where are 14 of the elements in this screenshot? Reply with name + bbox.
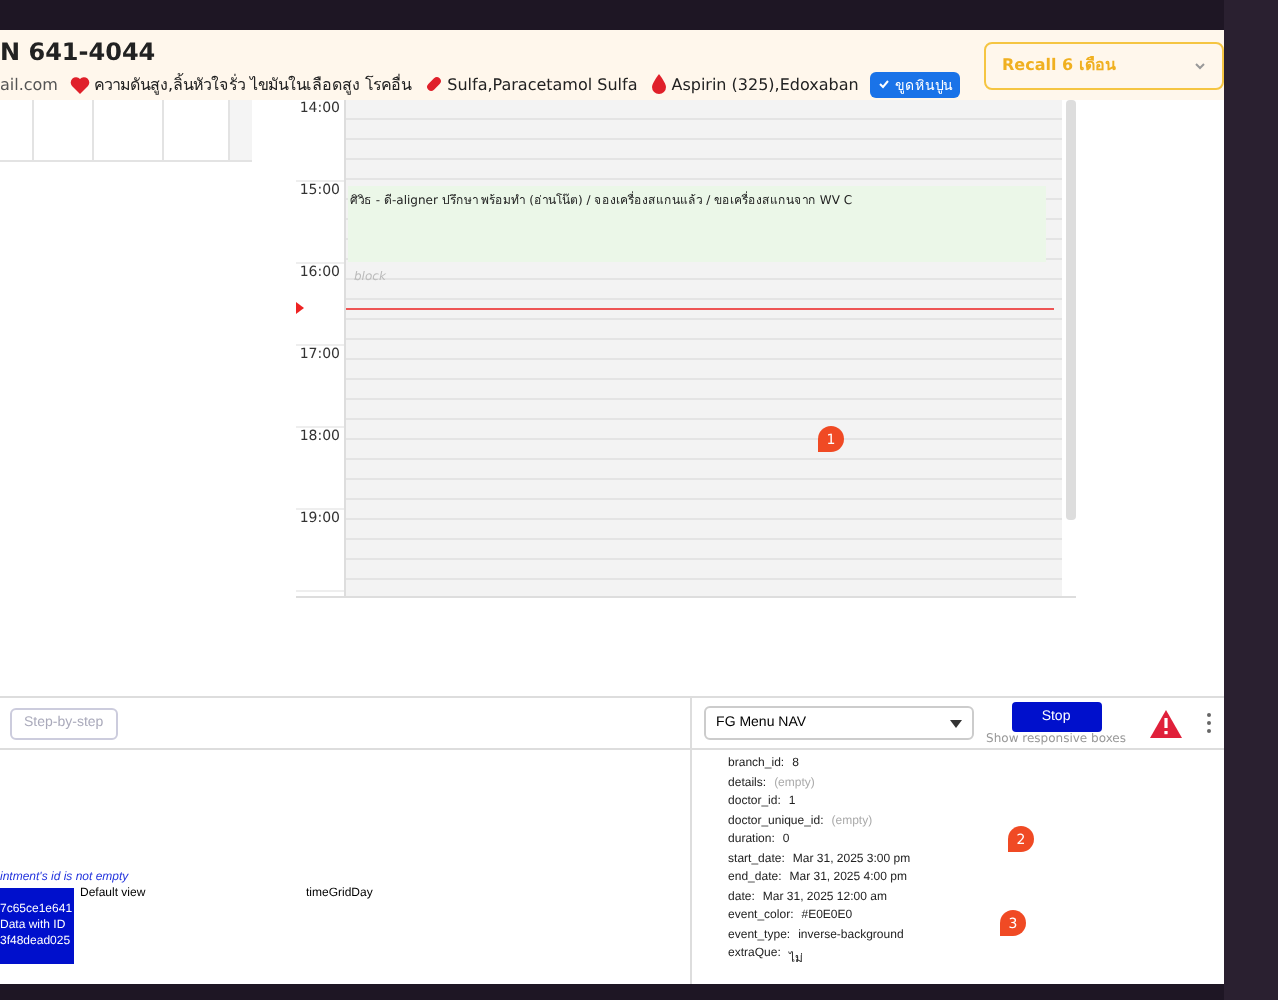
email-text: ail.com [0,75,58,93]
more-icon[interactable] [1206,712,1212,734]
now-arrow-icon [296,302,304,314]
scrollbar[interactable] [1066,100,1076,520]
tag-text: Sulfa,Paracetamol Sulfa [447,75,638,93]
tag-text: Aspirin (325),Edoxaban [671,75,859,93]
patient-title: N 641-4044 [0,37,158,65]
caret-icon [950,719,963,727]
drop-icon [649,74,668,94]
check-icon [878,78,891,90]
caret-icon [1194,61,1206,69]
heart-icon [69,75,90,93]
warning-icon[interactable] [1150,709,1182,737]
tag-text: ความดันสูง,ลิ้นหัวใจรั่ว ไขมันในเลือดสูง โรคอื่น [93,71,412,97]
